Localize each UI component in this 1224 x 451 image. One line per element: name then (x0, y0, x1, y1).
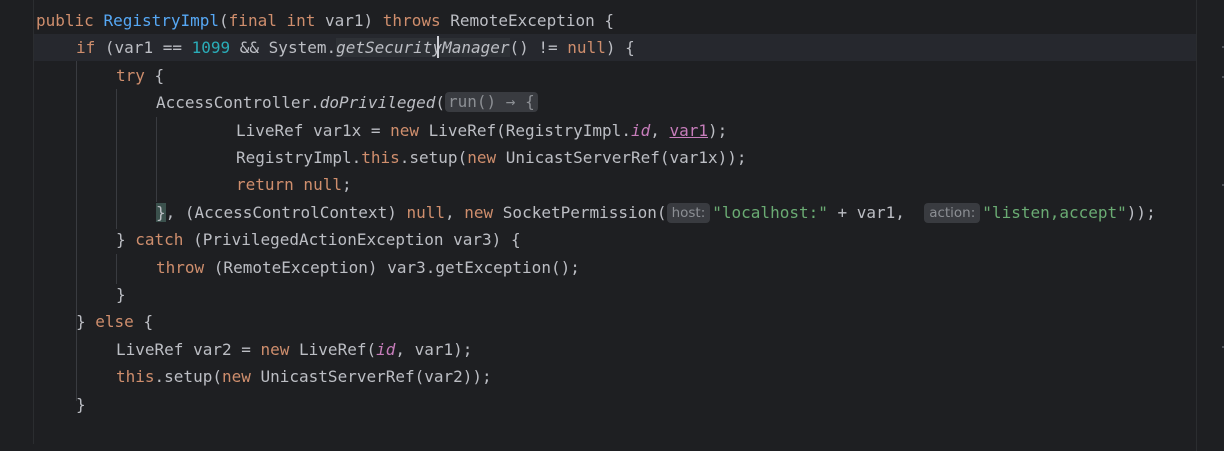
code-token: RegistryImpl. (236, 148, 362, 167)
code-token: )); (1126, 202, 1156, 222)
code-line[interactable]: try { (116, 62, 164, 89)
code-line[interactable]: return null; (236, 171, 352, 198)
code-line[interactable]: } (116, 281, 126, 308)
code-token: , (650, 120, 670, 140)
code-token: null (567, 38, 606, 58)
code-token: LiveRef var2 = (116, 339, 261, 359)
code-token: new (260, 339, 300, 359)
code-token: LiveRef( (299, 339, 377, 359)
text-caret (437, 36, 439, 58)
code-token: } (116, 285, 126, 304)
code-line[interactable]: public RegistryImpl(final int var1) thro… (36, 7, 614, 34)
code-token: .setup( (399, 148, 468, 167)
code-token: .setup( (154, 367, 222, 387)
code-token: id (630, 120, 651, 140)
code-token: { (143, 312, 154, 332)
code-token: null (406, 202, 445, 222)
code-token: if (76, 38, 105, 58)
code-line[interactable]: LiveRef var2 = new LiveRef(id, var1); (116, 336, 472, 363)
code-token: new (464, 202, 503, 222)
editor-scrollbar[interactable] (1196, 0, 1224, 451)
parameter-hint: host: (666, 202, 711, 223)
code-token: try (116, 65, 155, 85)
code-token: return null (236, 175, 342, 195)
code-token: this (361, 148, 400, 167)
code-token: final int (228, 11, 325, 30)
code-token: else (95, 312, 144, 332)
code-token: doPrivileged (319, 93, 436, 113)
code-line[interactable]: this.setup(new UnicastServerRef(var2)); (116, 363, 492, 390)
indent-guide (156, 117, 157, 202)
code-token: ; (341, 175, 352, 195)
code-token: 1099 (191, 38, 231, 58)
code-token: , var1); (395, 339, 473, 359)
code-token: new (221, 367, 261, 387)
code-line[interactable]: LiveRef var1x = new LiveRef(RegistryImpl… (236, 117, 727, 144)
code-editor[interactable]: public RegistryImpl(final int var1) thro… (0, 0, 1196, 451)
code-token: + var1, (827, 202, 925, 222)
code-token: throws (382, 11, 451, 30)
code-token: (var1 == (104, 38, 192, 58)
code-token: catch (135, 230, 194, 250)
code-token: ( (219, 11, 229, 30)
code-token: var1) (325, 11, 383, 30)
code-token: "listen,accept" (982, 202, 1127, 222)
code-token: ); (708, 120, 728, 140)
code-token: "localhost:" (712, 202, 828, 222)
code-token: getSecurityManager (336, 38, 510, 58)
code-token: , (AccessControlContext) (165, 202, 407, 222)
code-token: && System. (230, 38, 337, 58)
code-token: LiveRef(RegistryImpl. (428, 120, 631, 140)
code-line[interactable]: } (76, 391, 86, 418)
code-token: new (467, 148, 506, 167)
code-line[interactable]: } catch (PrivilegedActionException var3)… (116, 226, 521, 253)
code-token: { (154, 65, 165, 85)
code-token: ) { (605, 38, 635, 58)
indent-guide (116, 89, 117, 229)
code-token: UnicastServerRef(var2)); (260, 367, 492, 387)
code-token: this (116, 367, 155, 387)
code-token: SocketPermission( (502, 202, 667, 222)
parameter-hint: run() → { (445, 92, 538, 113)
code-line[interactable]: AccessController.doPrivileged(run() → { (156, 89, 538, 116)
code-token: } (156, 202, 166, 222)
gutter-separator (33, 0, 34, 444)
code-token: (RemoteException) var3.getException(); (213, 257, 580, 277)
code-token: RegistryImpl (103, 11, 220, 30)
code-token: } (76, 394, 86, 414)
code-token: throw (156, 257, 214, 277)
code-token: id (376, 339, 396, 359)
code-token: , (445, 202, 465, 222)
code-token: RemoteException { (450, 11, 614, 30)
code-line[interactable]: throw (RemoteException) var3.getExceptio… (156, 254, 580, 281)
code-token: new (390, 120, 429, 140)
code-token: public (36, 11, 104, 30)
code-token: AccessController. (156, 93, 320, 113)
indent-guide (76, 61, 77, 401)
parameter-hint: action: (924, 202, 981, 223)
code-token: } (76, 312, 96, 332)
code-line[interactable]: RegistryImpl.this.setup(new UnicastServe… (236, 144, 747, 171)
code-line[interactable]: }, (AccessControlContext) null, new Sock… (156, 199, 1156, 226)
code-token: var1 (669, 120, 709, 140)
code-token: LiveRef var1x = (236, 120, 391, 140)
indent-guide (116, 254, 117, 284)
code-line[interactable]: if (var1 == 1099 && System.getSecurityMa… (76, 34, 635, 61)
code-token: (PrivilegedActionException var3) { (193, 230, 521, 250)
code-line[interactable]: } else { (76, 308, 153, 335)
code-token: ( (435, 93, 445, 113)
code-token: UnicastServerRef(var1x)); (505, 148, 747, 167)
code-token: () != (509, 38, 568, 58)
code-token: } (116, 230, 136, 250)
